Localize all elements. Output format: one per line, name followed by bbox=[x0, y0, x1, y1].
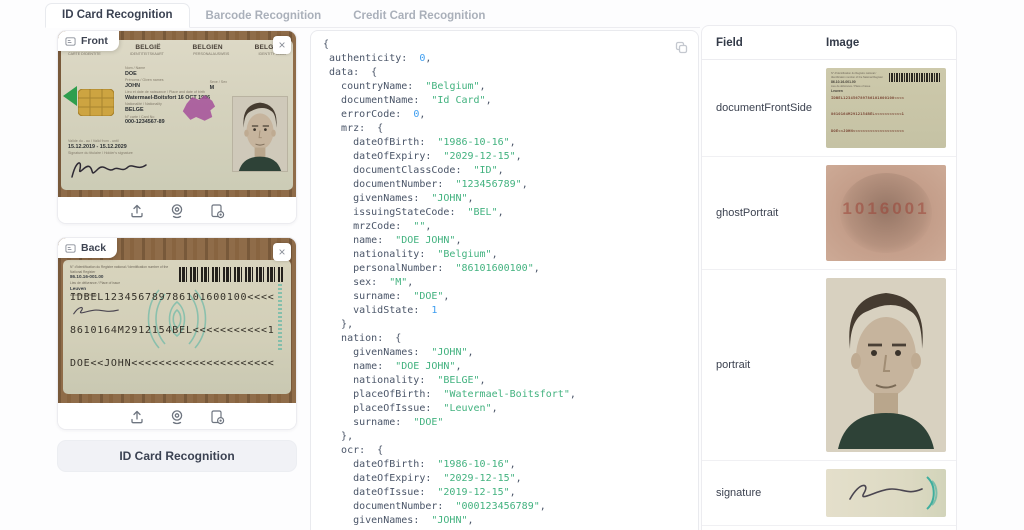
fields-table-header: Field Image bbox=[702, 26, 956, 60]
thumb-mrz-line-2: 8610164M2912154BEL<<<<<<<<<<<1 bbox=[831, 111, 904, 117]
id-card-recognition-button[interactable]: ID Card Recognition bbox=[57, 440, 297, 472]
ghost-portrait-thumbnail: 1016001 bbox=[826, 165, 946, 261]
portrait-thumbnail bbox=[826, 278, 946, 452]
subtitle-fr: CARTE D'IDENTITE bbox=[68, 52, 101, 56]
card-side-icon bbox=[65, 243, 76, 254]
teal-microtext-strip bbox=[278, 284, 282, 350]
file-badge-icon[interactable] bbox=[209, 203, 225, 219]
table-row-document-front-side: documentFrontSide N° d'identification du… bbox=[702, 60, 956, 157]
front-chip-label: Front bbox=[81, 35, 108, 47]
thumb-register-label: N° d'identification du Registre national… bbox=[831, 72, 886, 80]
thumb-barcode-art bbox=[889, 73, 941, 82]
table-row-ghost-portrait: ghostPortrait 1016001 bbox=[702, 157, 956, 270]
front-portrait-photo bbox=[232, 96, 288, 172]
webcam-icon[interactable] bbox=[169, 409, 185, 425]
subtitle-de: PERSONALAUSWEIS bbox=[193, 52, 229, 56]
field-name: ghostPortrait bbox=[716, 207, 826, 219]
sex-block: Sexe / Sex M bbox=[210, 80, 227, 92]
webcam-icon[interactable] bbox=[169, 203, 185, 219]
mrz-block: IDBEL123456789786101600100<<<< 8610164M2… bbox=[70, 270, 275, 391]
ghost-digits: 1016001 bbox=[826, 199, 946, 219]
front-card-toolbar bbox=[58, 197, 296, 224]
country-nl: BELGIË bbox=[135, 44, 160, 51]
back-card-toolbar bbox=[58, 403, 296, 430]
table-row-signature: signature bbox=[702, 461, 956, 526]
table-row-portrait: portrait bbox=[702, 270, 956, 461]
upload-icon[interactable] bbox=[129, 409, 145, 425]
front-card-image: BELGIQUE BELGIË BELGIEN BELGIUM CARTE D'… bbox=[58, 31, 296, 197]
image-column-header: Image bbox=[826, 37, 859, 49]
mrz-line-1: IDBEL123456789786101600100<<<< bbox=[70, 292, 275, 303]
back-chip-label: Back bbox=[81, 242, 106, 254]
country-de: BELGIEN bbox=[193, 44, 223, 51]
card-side-icon bbox=[65, 36, 76, 47]
green-arrow-shape bbox=[63, 86, 77, 106]
back-close-icon[interactable]: × bbox=[273, 243, 291, 261]
app-screen: ID Card Recognition Barcode Recognition … bbox=[0, 0, 1024, 530]
back-card-image: N° d'identification du Registre national… bbox=[58, 238, 296, 403]
signature-label: Signature du titulaire / Holder's signat… bbox=[68, 151, 188, 156]
file-badge-icon[interactable] bbox=[209, 409, 225, 425]
smartcard-chip-icon bbox=[78, 89, 114, 116]
field-name: portrait bbox=[716, 359, 826, 371]
thumb-mrz-block: IDBEL123456789786101600100<<<< 8610164M2… bbox=[831, 84, 904, 145]
thumb-mrz-line-3: DOE<<JOHN<<<<<<<<<<<<<<<<<<<<< bbox=[831, 128, 904, 134]
belgium-map-shape bbox=[179, 92, 217, 123]
teal-chevron-art bbox=[924, 473, 940, 513]
front-subtitles: CARTE D'IDENTITE IDENTITEITSKAART PERSON… bbox=[61, 51, 293, 56]
id-card-front-art: BELGIQUE BELGIË BELGIEN BELGIUM CARTE D'… bbox=[61, 40, 293, 190]
left-column: Front × BELGIQUE BELGIË BELGIEN BELGIUM … bbox=[57, 30, 297, 472]
document-front-side-thumbnail: N° d'identification du Registre national… bbox=[826, 68, 946, 148]
mrz-line-2: 8610164M2912154BEL<<<<<<<<<<<1 bbox=[70, 325, 275, 336]
front-bottom-block: Valide du - au / Valid from - until 15.1… bbox=[68, 139, 188, 183]
holder-signature-art bbox=[68, 157, 188, 183]
subtitle-nl: IDENTITEITSKAART bbox=[130, 52, 164, 56]
surname-value: DOE bbox=[125, 71, 230, 78]
field-column-header: Field bbox=[716, 37, 826, 49]
front-close-icon[interactable]: × bbox=[273, 36, 291, 54]
mrz-line-3: DOE<<JOHN<<<<<<<<<<<<<<<<<<<<< bbox=[70, 358, 275, 369]
field-name: signature bbox=[716, 487, 826, 499]
front-chip: Front bbox=[58, 31, 119, 51]
upload-icon[interactable] bbox=[129, 203, 145, 219]
json-code: { authenticity: 0, data: { countryName: … bbox=[311, 31, 698, 530]
fields-panel: Field Image documentFrontSide N° d'ident… bbox=[701, 25, 957, 530]
back-card-panel: Back × N° d'identification du Registre n… bbox=[57, 237, 297, 430]
field-name: documentFrontSide bbox=[716, 102, 826, 114]
tab-barcode-recognition[interactable]: Barcode Recognition bbox=[190, 5, 338, 28]
id-card-back-art: N° d'identification du Registre national… bbox=[63, 260, 291, 394]
thumb-mrz-line-1: IDBEL123456789786101600100<<<< bbox=[831, 95, 904, 101]
signature-thumbnail bbox=[826, 469, 946, 517]
front-card-panel: Front × BELGIQUE BELGIË BELGIEN BELGIUM … bbox=[57, 30, 297, 224]
tab-bar: ID Card Recognition Barcode Recognition … bbox=[45, 3, 700, 28]
tab-id-card-recognition[interactable]: ID Card Recognition bbox=[45, 3, 190, 28]
tab-credit-card-recognition[interactable]: Credit Card Recognition bbox=[337, 5, 501, 28]
copy-icon[interactable] bbox=[671, 37, 691, 57]
validity-value: 15.12.2019 - 15.12.2029 bbox=[68, 144, 188, 151]
back-chip: Back bbox=[58, 238, 117, 258]
json-result-panel: { authenticity: 0, data: { countryName: … bbox=[310, 30, 699, 530]
